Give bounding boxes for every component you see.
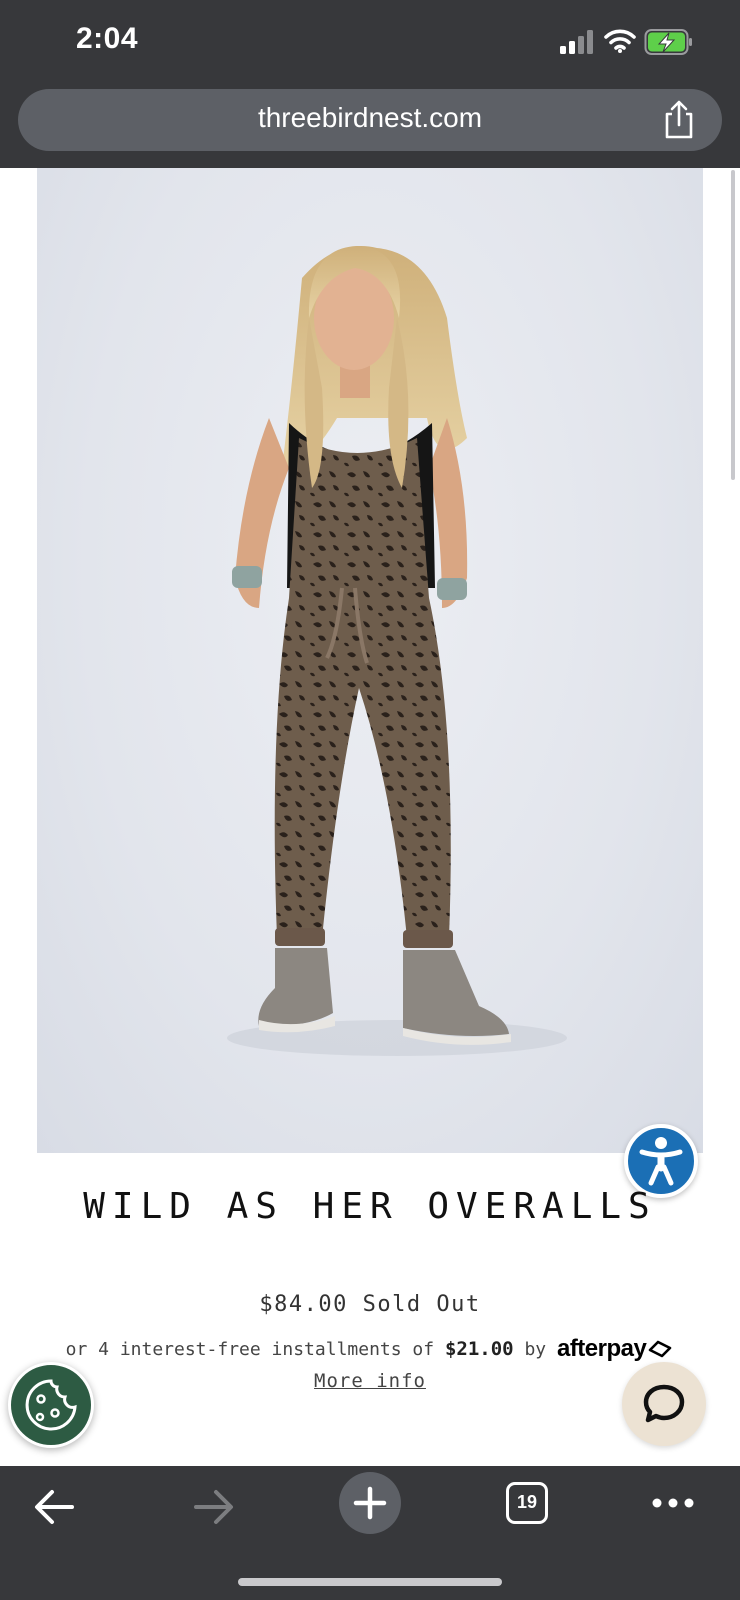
installments-by: by (524, 1339, 547, 1360)
plus-icon (353, 1486, 387, 1520)
model-in-leopard-overalls-photo (227, 246, 567, 1056)
url-text[interactable]: threebirdnest.com (18, 102, 722, 134)
product-price-status: $84.00 Sold Out (259, 1292, 481, 1317)
address-bar[interactable]: threebirdnest.com (18, 89, 722, 151)
accessibility-icon (639, 1137, 683, 1186)
cookie-icon (25, 1379, 77, 1431)
afterpay-logo: afterpay (556, 1335, 647, 1362)
home-indicator[interactable] (238, 1578, 502, 1586)
battery-charging-icon (644, 29, 692, 55)
browser-address-area: threebirdnest.com (0, 86, 740, 168)
installment-amount: $21.00 (444, 1338, 514, 1360)
afterpay-installments: or 4 interest-free installments of $21.0… (0, 1335, 740, 1363)
cellular-signal-icon (560, 30, 593, 54)
more-horizontal-icon[interactable] (650, 1486, 696, 1520)
tab-count: 19 (516, 1492, 538, 1512)
chat-bubble-icon (643, 1384, 685, 1423)
product-title: WILD AS HER OVERALLS (83, 1186, 657, 1227)
wifi-icon (604, 29, 636, 53)
installments-text: or 4 interest-free installments of (65, 1339, 435, 1360)
chat-button[interactable] (622, 1362, 706, 1446)
arrow-right-icon[interactable] (188, 1484, 238, 1530)
arrow-left-icon[interactable] (30, 1484, 80, 1530)
phone-screen: 2:04 threebirdnest.com WILD AS HER OVERA… (0, 0, 740, 1600)
status-time: 2:04 (76, 22, 139, 55)
status-bar: 2:04 (0, 0, 740, 86)
page-scrollbar[interactable] (731, 170, 735, 480)
share-icon[interactable] (660, 100, 698, 140)
afterpay-arrows-icon (649, 1340, 672, 1358)
product-image[interactable] (37, 168, 703, 1153)
tabs-button[interactable]: 19 (506, 1482, 548, 1524)
cookie-settings-button[interactable] (8, 1362, 94, 1448)
new-tab-button[interactable] (339, 1472, 401, 1534)
